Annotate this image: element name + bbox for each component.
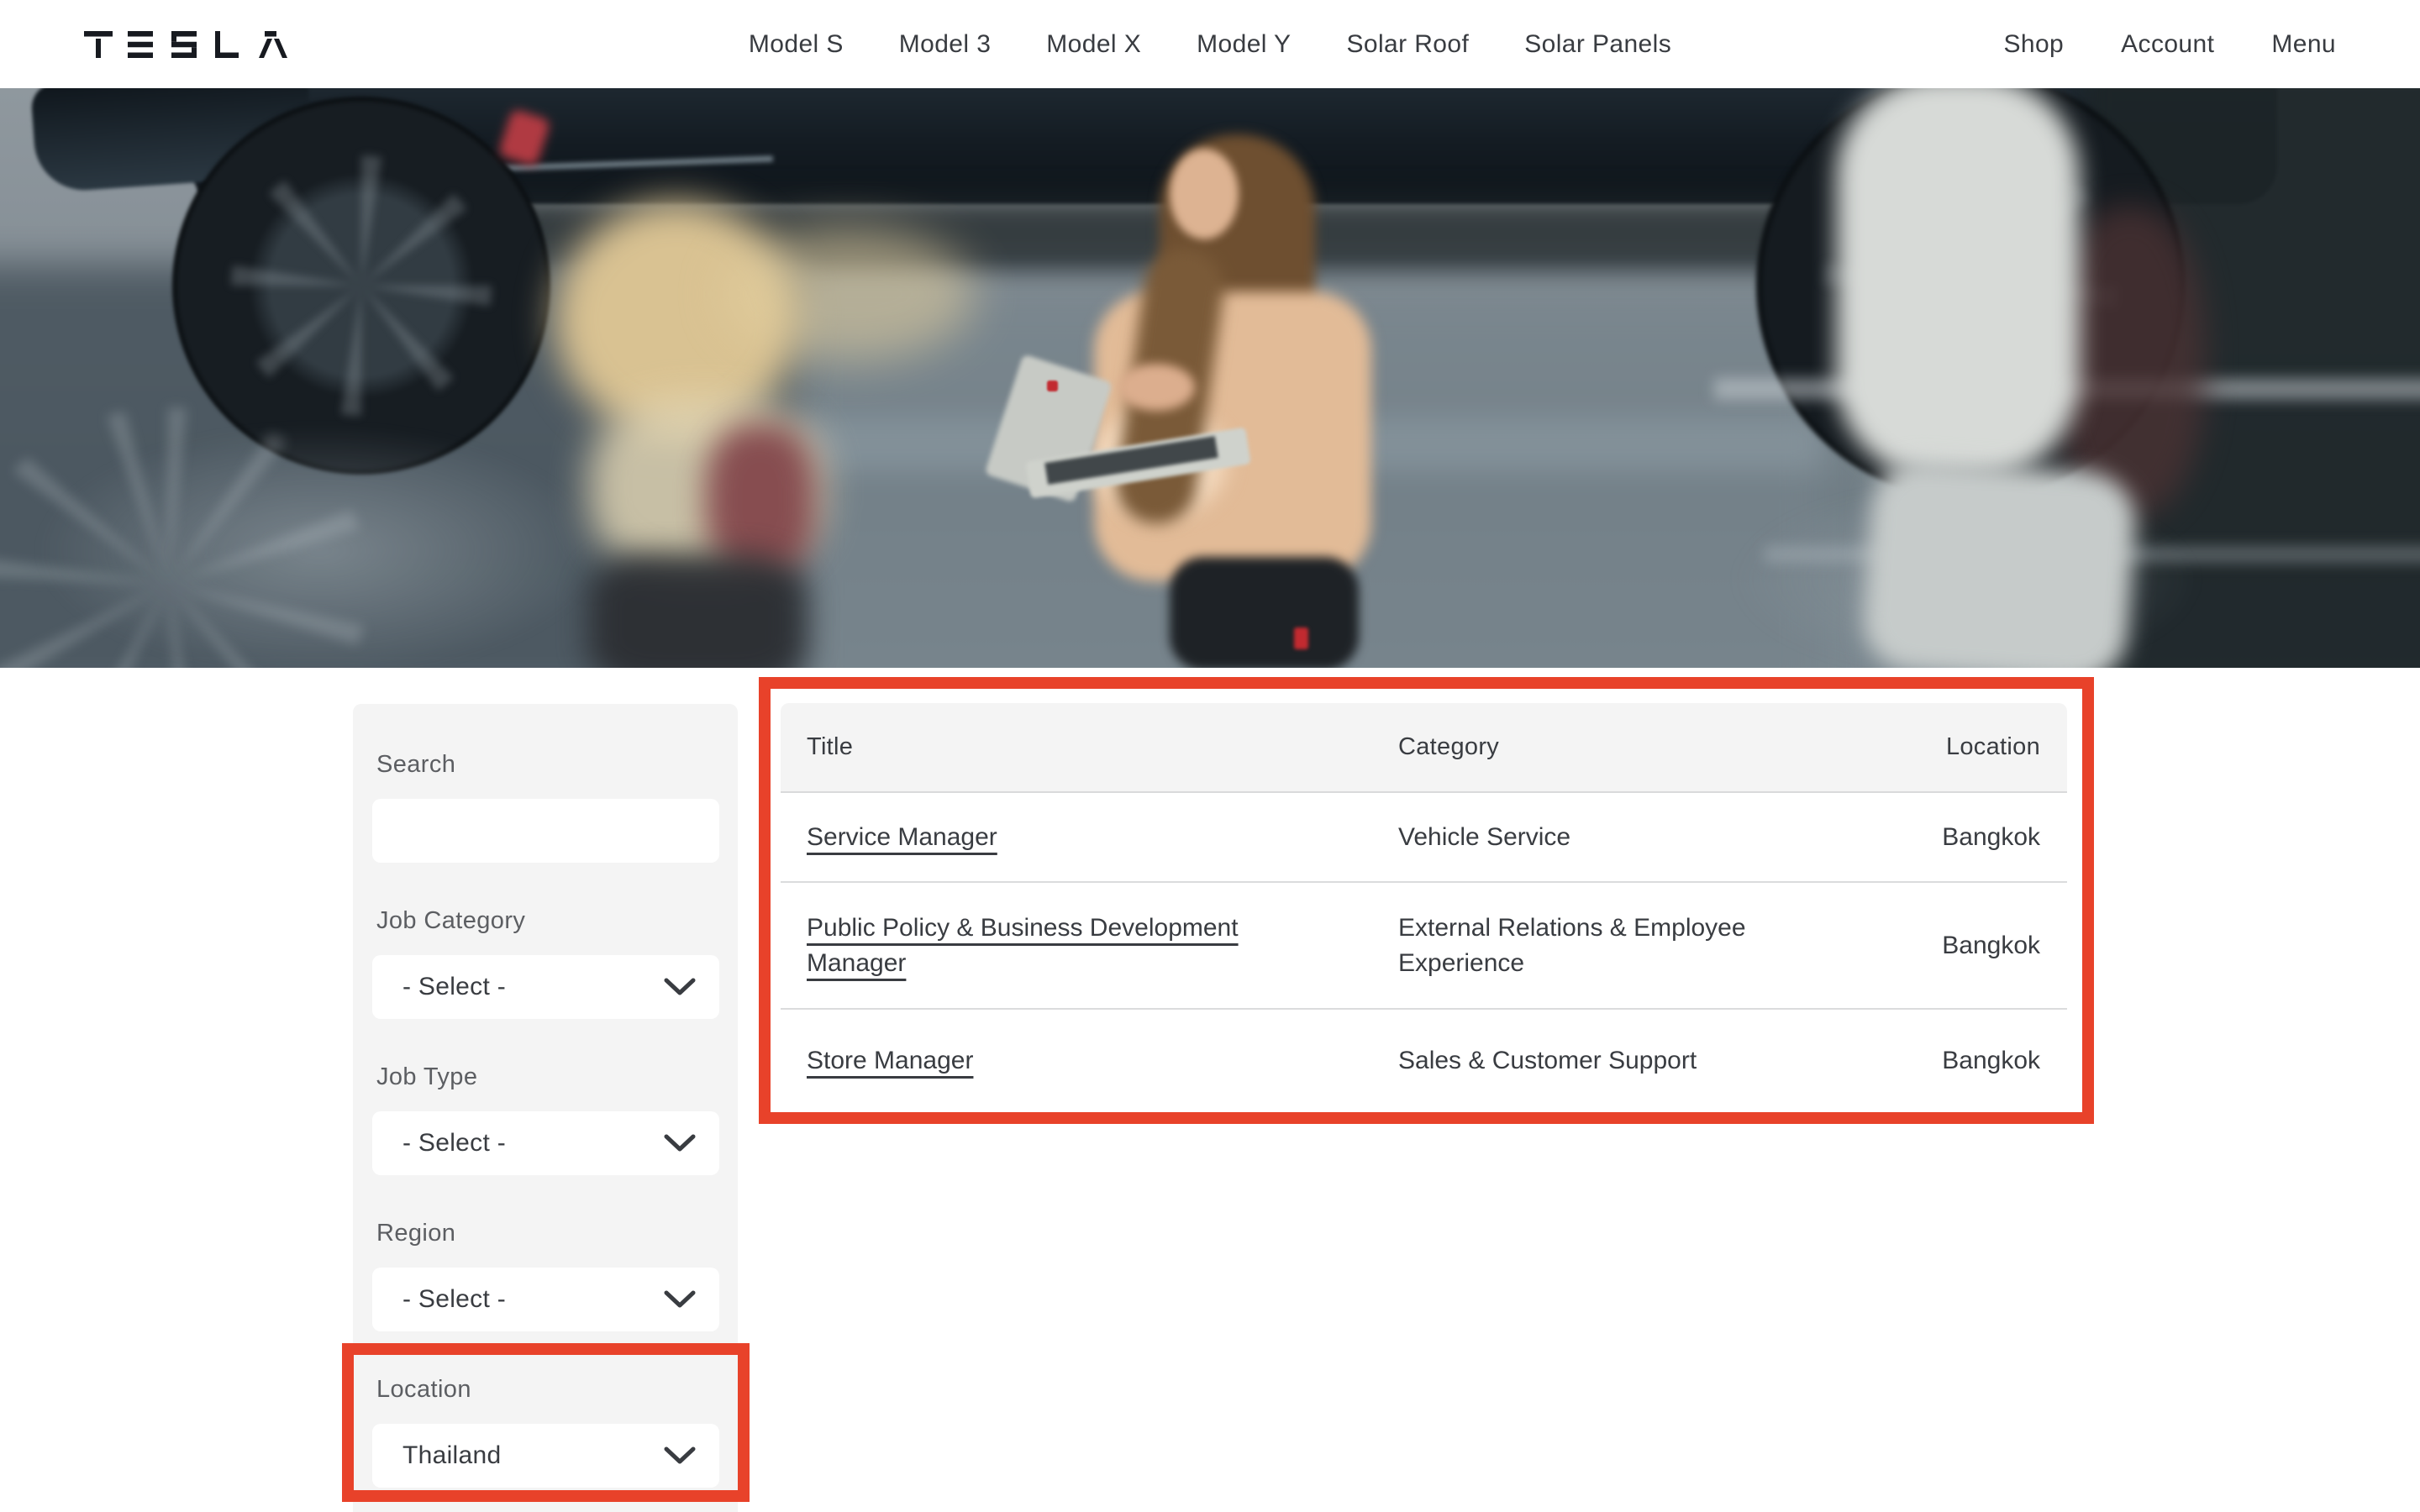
- job-type-filter: Job Type - Select -: [372, 1063, 719, 1175]
- job-link-service-manager[interactable]: Service Manager: [807, 820, 997, 855]
- search-input[interactable]: [372, 799, 719, 863]
- job-category-label: Job Category: [376, 906, 719, 935]
- hero-laptop-tesla-logo: [1047, 381, 1058, 391]
- jobs-table-header: Title Category Location: [781, 703, 2067, 793]
- table-row: Public Policy & Business Development Man…: [781, 883, 2067, 1010]
- hero-woman-pants: [1170, 557, 1359, 668]
- hero-image: [0, 88, 2420, 668]
- hero-woman-hand: [1118, 364, 1195, 411]
- hero-front-wheel-spokes: [231, 155, 492, 416]
- location-value: Thailand: [402, 1441, 501, 1470]
- job-location-cell: Bangkok: [1889, 823, 2040, 852]
- region-filter: Region - Select -: [372, 1219, 719, 1331]
- location-label: Location: [376, 1375, 719, 1404]
- hero-person-right-jacket: [1836, 88, 2080, 479]
- region-select[interactable]: - Select -: [372, 1268, 719, 1331]
- job-location-cell: Bangkok: [1889, 932, 2040, 960]
- job-type-select[interactable]: - Select -: [372, 1111, 719, 1175]
- nav-item-model-s[interactable]: Model S: [749, 30, 844, 59]
- nav-item-solar-roof[interactable]: Solar Roof: [1346, 30, 1469, 59]
- search-label: Search: [376, 750, 719, 779]
- chevron-down-icon: [664, 1134, 696, 1152]
- job-type-label: Job Type: [376, 1063, 719, 1091]
- job-category-select[interactable]: - Select -: [372, 955, 719, 1019]
- hero-person-left-legs: [588, 554, 807, 668]
- job-category-filter: Job Category - Select -: [372, 906, 719, 1019]
- hero-person-right-skirt: [1860, 457, 2139, 668]
- column-header-category: Category: [1398, 733, 1889, 761]
- top-nav: Model S Model 3 Model X Model Y Solar Ro…: [0, 0, 2420, 88]
- hero-woman-face: [1170, 149, 1239, 239]
- chevron-down-icon: [664, 978, 696, 996]
- hero-woman-badge: [1294, 627, 1308, 649]
- hero-person-left-arm: [706, 424, 815, 575]
- column-header-title: Title: [807, 733, 1398, 761]
- jobs-table: Title Category Location Service Manager …: [781, 703, 2067, 1111]
- location-filter: Location Thailand: [372, 1375, 719, 1488]
- location-select[interactable]: Thailand: [372, 1424, 719, 1488]
- job-location-cell: Bangkok: [1889, 1047, 2040, 1075]
- nav-item-model-3[interactable]: Model 3: [899, 30, 992, 59]
- column-header-location: Location: [1889, 733, 2040, 761]
- job-link-public-policy-manager[interactable]: Public Policy & Business Development Man…: [807, 911, 1328, 981]
- job-link-store-manager[interactable]: Store Manager: [807, 1043, 973, 1079]
- nav-item-model-y[interactable]: Model Y: [1197, 30, 1291, 59]
- job-type-value: - Select -: [402, 1129, 506, 1158]
- nav-secondary: Shop Account Menu: [2003, 0, 2336, 88]
- chevron-down-icon: [664, 1290, 696, 1309]
- hero-person-left-motion-blur: [723, 227, 975, 361]
- nav-item-shop[interactable]: Shop: [2003, 30, 2064, 59]
- nav-item-account[interactable]: Account: [2121, 30, 2214, 59]
- region-value: - Select -: [402, 1285, 506, 1314]
- chevron-down-icon: [664, 1446, 696, 1465]
- region-label: Region: [376, 1219, 719, 1247]
- table-row: Store Manager Sales & Customer Support B…: [781, 1010, 2067, 1111]
- search-filter: Search: [372, 750, 719, 863]
- nav-item-solar-panels[interactable]: Solar Panels: [1524, 30, 1671, 59]
- nav-item-menu[interactable]: Menu: [2271, 30, 2336, 59]
- job-category-value: - Select -: [402, 973, 506, 1001]
- job-category-cell: Sales & Customer Support: [1398, 1043, 1852, 1079]
- nav-item-model-x[interactable]: Model X: [1046, 30, 1141, 59]
- table-row: Service Manager Vehicle Service Bangkok: [781, 793, 2067, 883]
- job-category-cell: External Relations & Employee Experience: [1398, 911, 1852, 981]
- job-category-cell: Vehicle Service: [1398, 820, 1852, 855]
- job-filters-panel: Search Job Category - Select - Job Type …: [353, 704, 738, 1512]
